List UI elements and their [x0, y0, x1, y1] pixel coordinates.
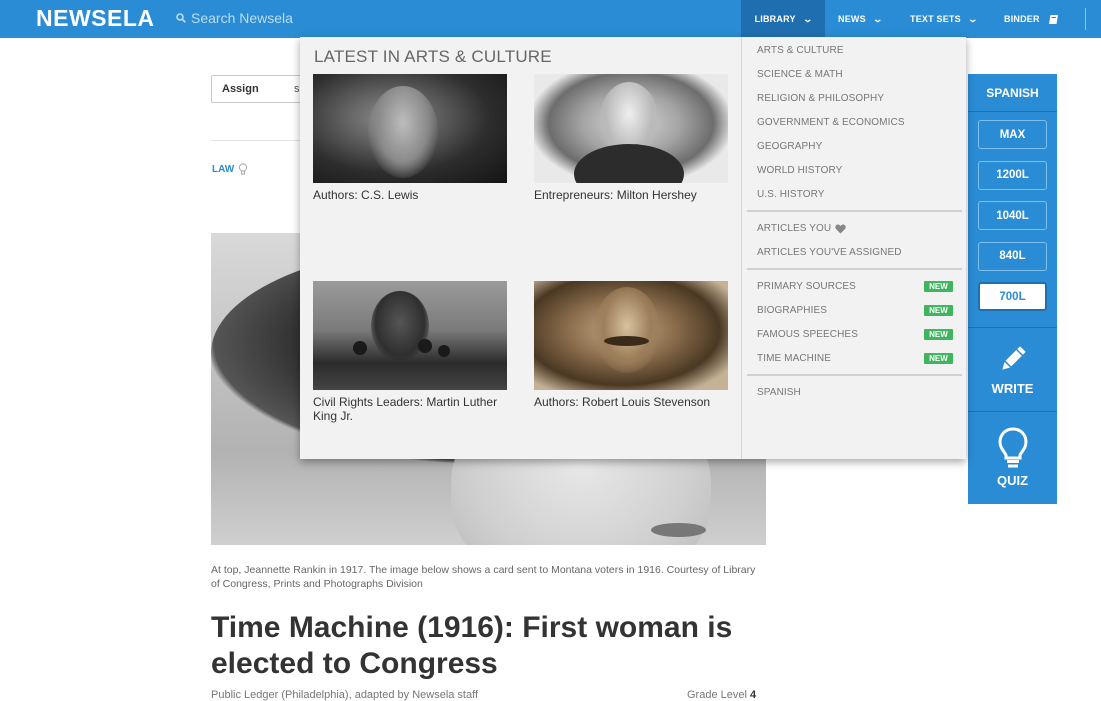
level-button-max[interactable]: MAX [978, 120, 1047, 149]
nav-news-label: NEWS [838, 14, 866, 24]
article-card-robert-louis-stevenson[interactable]: Authors: Robert Louis Stevenson [534, 281, 728, 409]
pencil-icon [1001, 345, 1026, 370]
menu-item-articles-you-love[interactable]: ARTICLES YOU [757, 223, 846, 234]
card-image [534, 281, 728, 390]
new-badge: NEW [924, 329, 953, 340]
newsela-logo[interactable]: NEWSELA [36, 5, 155, 32]
quiz-label: QUIZ [996, 473, 1029, 488]
search-placeholder: Search Newsela [191, 10, 293, 26]
menu-item-articles-assigned[interactable]: ARTICLES YOU'VE ASSIGNED [757, 247, 902, 258]
latest-section-title: LATEST IN ARTS & CULTURE [314, 47, 552, 66]
menu-item-famous-speeches[interactable]: FAMOUS SPEECHES [757, 329, 858, 340]
nav-divider [1085, 8, 1086, 30]
new-badge: NEW [924, 353, 953, 364]
nav-binder[interactable]: BINDER [1004, 0, 1059, 38]
nav-text-sets[interactable]: TEXT SETS ⌄ [910, 0, 979, 38]
chevron-down-icon: ⌄ [967, 13, 979, 24]
lexile-level-selector: MAX 1200L 1040L 840L 700L [968, 112, 1057, 328]
level-button-700l[interactable]: 700L [978, 282, 1047, 311]
spanish-toggle-button[interactable]: SPANISH [968, 74, 1057, 112]
card-caption: Authors: Robert Louis Stevenson [534, 395, 711, 409]
nav-library[interactable]: LIBRARY ⌄ [741, 0, 825, 38]
menu-item-religion-philosophy[interactable]: RELIGION & PHILOSOPHY [757, 93, 884, 104]
article-card-cs-lewis[interactable]: Authors: C.S. Lewis [313, 74, 507, 202]
reading-tools-sidebar: SPANISH MAX 1200L 1040L 840L 700L WRITE … [968, 74, 1057, 504]
nav-news[interactable]: NEWS ⌄ [838, 0, 884, 38]
nav-library-label: LIBRARY [754, 14, 796, 24]
card-caption: Civil Rights Leaders: Martin Luther King… [313, 395, 498, 423]
new-badge: NEW [924, 305, 953, 316]
divider [211, 140, 301, 141]
assign-extra: s [294, 83, 300, 95]
grade-level-value: 4 [750, 689, 757, 701]
quiz-button[interactable]: QUIZ [968, 412, 1057, 504]
menu-item-spanish[interactable]: SPANISH [757, 387, 801, 398]
card-image [534, 74, 728, 183]
topic-tag-law[interactable]: LAW [212, 163, 248, 175]
topic-label: LAW [212, 163, 235, 175]
image-caption: At top, Jeannette Rankin in 1917. The im… [211, 564, 756, 590]
menu-item-primary-sources[interactable]: PRIMARY SOURCES [757, 281, 856, 292]
card-caption: Entrepreneurs: Milton Hershey [534, 188, 697, 202]
card-image [313, 74, 507, 183]
chevron-down-icon: ⌄ [872, 13, 884, 24]
write-label: WRITE [991, 380, 1034, 396]
menu-item-us-history[interactable]: U.S. HISTORY [757, 189, 825, 200]
menu-item-time-machine[interactable]: TIME MACHINE [757, 353, 831, 364]
menu-divider [747, 374, 962, 376]
article-byline: Public Ledger (Philadelphia), adapted by… [211, 689, 479, 701]
level-button-840l[interactable]: 840L [978, 241, 1047, 271]
menu-item-government-economics[interactable]: GOVERNMENT & ECONOMICS [757, 117, 905, 128]
new-badge: NEW [924, 281, 953, 292]
article-card-martin-luther-king[interactable]: Civil Rights Leaders: Martin Luther King… [313, 281, 507, 423]
heart-icon [835, 224, 846, 233]
assign-label: Assign [222, 83, 259, 95]
lightbulb-icon [997, 427, 1028, 468]
article-headline: Time Machine (1916): First woman is elec… [211, 611, 733, 680]
lightbulb-icon [239, 163, 248, 175]
menu-item-world-history[interactable]: WORLD HISTORY [757, 165, 842, 176]
card-caption: Authors: C.S. Lewis [313, 188, 419, 202]
menu-item-label: ARTICLES YOU [757, 223, 832, 234]
menu-divider [747, 268, 962, 270]
search-icon [176, 13, 186, 23]
library-dropdown-menu: LATEST IN ARTS & CULTURE Authors: C.S. L… [300, 37, 966, 459]
menu-item-arts-culture[interactable]: ARTS & CULTURE [757, 45, 844, 56]
level-button-1200l[interactable]: 1200L [978, 160, 1047, 190]
top-navigation-bar: NEWSELA Search Newsela LIBRARY ⌄ NEWS ⌄ … [0, 0, 1101, 38]
grade-level-label: Grade Level [687, 689, 747, 701]
search-box[interactable]: Search Newsela [176, 10, 293, 26]
write-button[interactable]: WRITE [968, 328, 1057, 412]
level-button-1040l[interactable]: 1040L [978, 201, 1047, 230]
nav-text-sets-label: TEXT SETS [910, 14, 961, 24]
assign-button[interactable]: Assign s [211, 75, 311, 103]
menu-divider [747, 210, 962, 212]
book-icon [1048, 14, 1058, 24]
menu-item-science-math[interactable]: SCIENCE & MATH [757, 69, 843, 80]
photo-lip [651, 523, 706, 537]
menu-item-geography[interactable]: GEOGRAPHY [757, 141, 822, 152]
nav-binder-label: BINDER [1004, 14, 1040, 24]
menu-item-biographies[interactable]: BIOGRAPHIES [757, 305, 827, 316]
grade-level: Grade Level 4 [687, 689, 756, 701]
library-categories-panel: ARTS & CULTURE SCIENCE & MATH RELIGION &… [741, 37, 966, 459]
latest-articles-panel: LATEST IN ARTS & CULTURE Authors: C.S. L… [300, 37, 741, 459]
chevron-down-icon: ⌄ [802, 13, 813, 24]
card-image [313, 281, 507, 390]
article-card-milton-hershey[interactable]: Entrepreneurs: Milton Hershey [534, 74, 728, 202]
